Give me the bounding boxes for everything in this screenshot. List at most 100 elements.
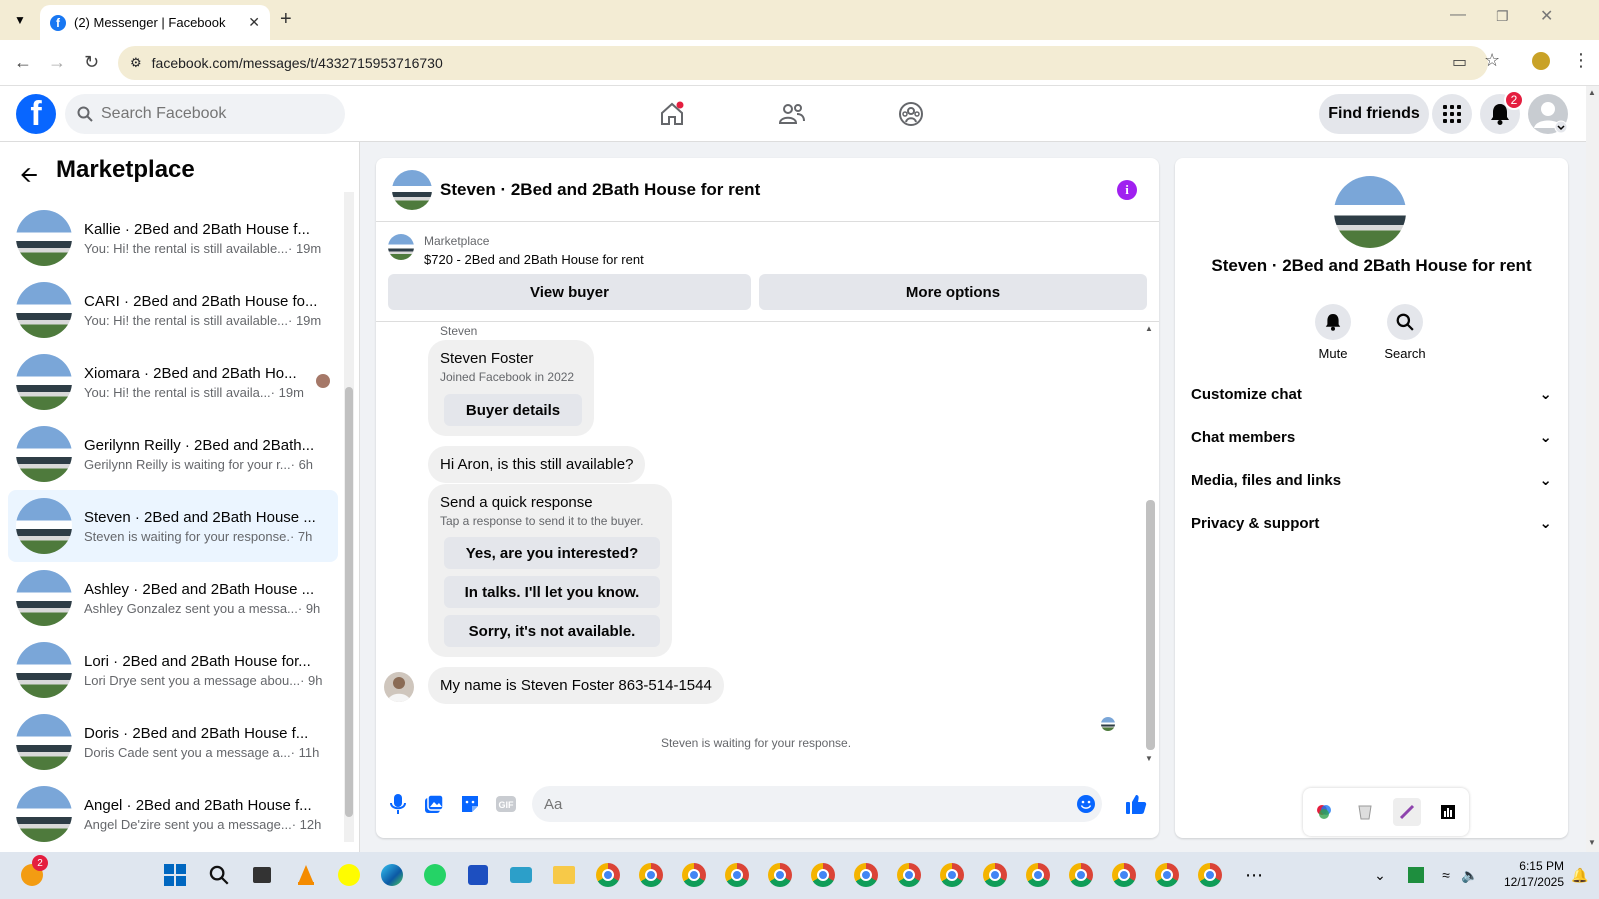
more-options-button[interactable]: More options <box>759 274 1147 310</box>
chat-members-row[interactable]: Chat members ⌄ <box>1191 417 1552 457</box>
close-window-icon[interactable]: ✕ <box>1540 6 1553 26</box>
notifications-bell-icon[interactable]: 2 <box>1480 90 1524 134</box>
task-view-icon[interactable] <box>248 861 276 889</box>
new-tab-icon[interactable]: + <box>280 8 292 31</box>
minimize-icon[interactable]: — <box>1450 6 1466 24</box>
conversation-item[interactable]: Gerilynn Reilly · 2Bed and 2Bath... Geril… <box>8 418 338 490</box>
profile-icon[interactable] <box>1532 52 1550 70</box>
photo-icon[interactable] <box>422 792 446 816</box>
cup-icon[interactable] <box>1351 798 1379 826</box>
chat-avatar[interactable] <box>392 170 432 210</box>
like-thumb-icon[interactable] <box>1124 792 1148 816</box>
facebook-logo[interactable]: f <box>16 94 56 134</box>
customize-chat-row[interactable]: Customize chat ⌄ <box>1191 374 1552 414</box>
browser-tab[interactable]: f (2) Messenger | Facebook ✕ <box>40 5 270 40</box>
reload-icon[interactable]: ↻ <box>84 52 99 73</box>
system-tray-chevron-icon[interactable]: ⌄ <box>1366 861 1394 889</box>
menu-grid-icon[interactable] <box>1432 94 1472 134</box>
message-bubble[interactable]: Hi Aron, is this still available? <box>428 446 646 483</box>
buyer-details-button[interactable]: Buyer details <box>444 394 582 426</box>
chrome-icon[interactable] <box>680 861 708 889</box>
search-icon[interactable] <box>205 861 233 889</box>
gif-icon[interactable]: GIF <box>494 792 518 816</box>
profile-avatar[interactable] <box>1334 176 1406 248</box>
friends-icon[interactable] <box>776 98 808 130</box>
mute-button[interactable]: Mute <box>1303 304 1363 361</box>
left-scrollbar[interactable] <box>344 192 354 842</box>
conversation-item[interactable]: Doris · 2Bed and 2Bath House f... Doris C… <box>8 706 338 778</box>
volume-icon[interactable]: 🔈 <box>1456 861 1484 889</box>
media-files-links-row[interactable]: Media, files and links ⌄ <box>1191 460 1552 500</box>
account-avatar[interactable] <box>1528 94 1568 134</box>
chrome-icon[interactable] <box>895 861 923 889</box>
edge-icon[interactable] <box>378 861 406 889</box>
chart-icon[interactable] <box>1434 798 1462 826</box>
conversation-item[interactable]: Ashley · 2Bed and 2Bath House ... Ashley … <box>8 562 338 634</box>
site-info-icon[interactable]: ⚙ <box>130 55 142 71</box>
chrome-icon[interactable] <box>766 861 794 889</box>
chrome-icon[interactable] <box>723 861 751 889</box>
chrome-icon[interactable] <box>938 861 966 889</box>
chrome-icon[interactable] <box>1024 861 1052 889</box>
forward-icon[interactable]: → <box>48 52 66 73</box>
chrome-icon[interactable] <box>852 861 880 889</box>
chrome-icon[interactable] <box>1110 861 1138 889</box>
chrome-icon[interactable] <box>809 861 837 889</box>
groups-icon[interactable] <box>895 98 927 130</box>
microphone-icon[interactable] <box>386 792 410 816</box>
quick-response-talks-button[interactable]: In talks. I'll let you know. <box>444 576 660 608</box>
clock[interactable]: 6:15 PM 12/17/2025 <box>1494 858 1564 890</box>
restore-icon[interactable]: ❐ <box>1496 8 1509 25</box>
search-conversation-button[interactable]: Search <box>1375 304 1435 361</box>
weather-widget-icon[interactable]: 2 <box>18 855 48 889</box>
color-palette-icon[interactable] <box>1310 798 1338 826</box>
sheets-tray-icon[interactable] <box>1402 861 1430 889</box>
chrome-icon[interactable] <box>981 861 1009 889</box>
vlc-icon[interactable] <box>292 861 320 889</box>
chat-scrollbar[interactable]: ▲ ▼ <box>1144 322 1156 766</box>
bookmark-star-icon[interactable]: ☆ <box>1484 50 1500 71</box>
conversation-item[interactable]: Kallie · 2Bed and 2Bath House f... You: H… <box>8 202 338 274</box>
listing-title[interactable]: $720 - 2Bed and 2Bath House for rent <box>424 252 644 267</box>
chrome-icon[interactable] <box>637 861 665 889</box>
conversation-item[interactable]: Steven · 2Bed and 2Bath House ... Steven … <box>8 490 338 562</box>
feather-icon[interactable] <box>1392 798 1421 826</box>
sticker-icon[interactable] <box>458 792 482 816</box>
menu-dots-icon[interactable]: ⋮ <box>1572 50 1590 71</box>
file-explorer-icon[interactable] <box>550 861 578 889</box>
view-buyer-button[interactable]: View buyer <box>388 274 751 310</box>
info-icon[interactable]: i <box>1117 180 1137 200</box>
chat-title[interactable]: Steven · 2Bed and 2Bath House for rent <box>440 180 760 200</box>
chrome-icon[interactable] <box>1153 861 1181 889</box>
app-icon[interactable] <box>507 861 535 889</box>
message-input[interactable] <box>532 786 1102 822</box>
tab-list-icon[interactable]: ▼ <box>10 10 30 30</box>
more-apps-icon[interactable]: ⋯ <box>1240 861 1268 889</box>
search-input[interactable] <box>101 105 321 123</box>
conversation-item[interactable]: Xiomara · 2Bed and 2Bath Ho... You: Hi! t… <box>8 346 338 418</box>
chrome-icon[interactable] <box>1067 861 1095 889</box>
emoji-icon[interactable] <box>1074 792 1098 816</box>
message-bubble[interactable]: My name is Steven Foster 863-514-1544 <box>428 667 724 704</box>
url-field[interactable]: ⚙ facebook.com/messages/t/43327159537167… <box>118 46 1488 80</box>
page-scrollbar[interactable]: ▲ ▼ <box>1586 86 1599 852</box>
back-icon[interactable]: ← <box>14 52 32 73</box>
whatsapp-icon[interactable] <box>421 861 449 889</box>
back-arrow-icon[interactable]: 🡨 <box>20 158 38 196</box>
conversation-item[interactable]: Lori · 2Bed and 2Bath House for... Lori D… <box>8 634 338 706</box>
chrome-icon[interactable] <box>1196 861 1224 889</box>
notification-bell-icon[interactable]: 🔔 <box>1566 861 1594 889</box>
find-friends-button[interactable]: Find friends <box>1319 94 1429 134</box>
search-box[interactable] <box>65 94 345 134</box>
snapchat-icon[interactable] <box>335 861 363 889</box>
chrome-icon[interactable] <box>594 861 622 889</box>
conversation-item[interactable]: CARI · 2Bed and 2Bath House fo... You: Hi… <box>8 274 338 346</box>
privacy-support-row[interactable]: Privacy & support ⌄ <box>1191 503 1552 543</box>
close-tab-icon[interactable]: ✕ <box>248 14 260 31</box>
quick-response-sorry-button[interactable]: Sorry, it's not available. <box>444 615 660 647</box>
quick-response-yes-button[interactable]: Yes, are you interested? <box>444 537 660 569</box>
install-icon[interactable]: ▭ <box>1452 52 1467 72</box>
windows-start-icon[interactable] <box>161 861 189 889</box>
store-icon[interactable] <box>464 861 492 889</box>
conversation-item[interactable]: Angel · 2Bed and 2Bath House f... Angel D… <box>8 778 338 850</box>
